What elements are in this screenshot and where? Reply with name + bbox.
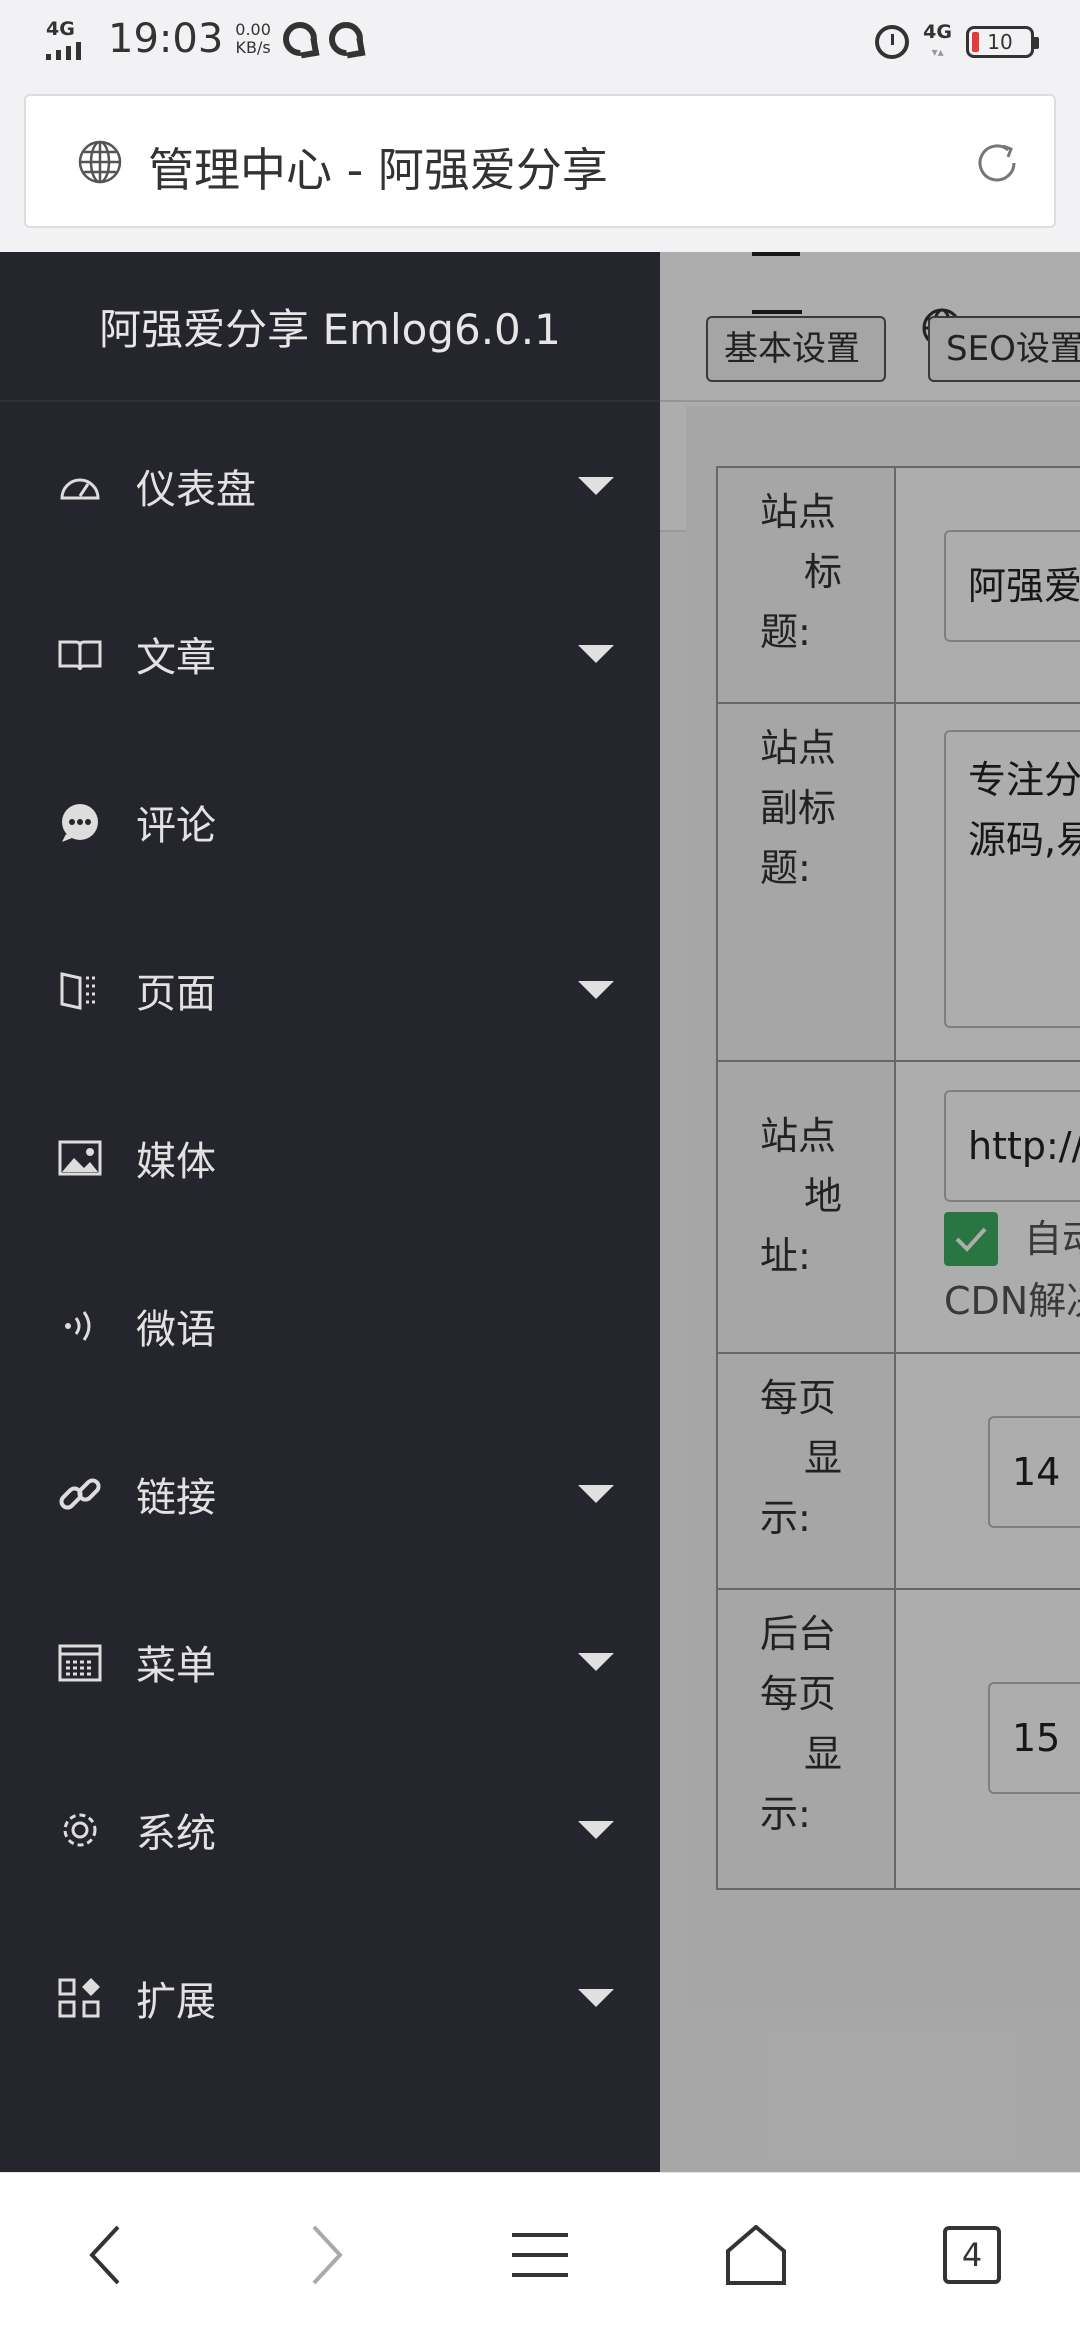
- chevron-down-icon: [578, 477, 614, 495]
- broadcast-icon: [65, 1311, 91, 1341]
- link-icon: [59, 1478, 101, 1510]
- clock: 19:03: [108, 16, 224, 62]
- sidebar-item-label: 链接: [136, 1475, 216, 1521]
- back-button[interactable]: [66, 2215, 146, 2295]
- sidebar-item-label: 微语: [136, 1307, 216, 1353]
- qq-notification-icon: [282, 22, 317, 56]
- speed-value: 0.00: [235, 20, 271, 39]
- sidebar-item-posts[interactable]: 文章: [0, 570, 660, 738]
- book-icon: [58, 640, 102, 671]
- home-button[interactable]: [716, 2215, 796, 2295]
- mobile-data-label: 4G: [923, 21, 952, 43]
- address-bar[interactable]: 管理中心 - 阿强爱分享: [24, 94, 1056, 228]
- signal-icon: 4G: [46, 18, 96, 60]
- menu-button[interactable]: [500, 2215, 580, 2295]
- menu-icon: [512, 2233, 568, 2277]
- sidebar-item-label: 扩展: [136, 1979, 216, 2025]
- chevron-down-icon: [578, 981, 614, 999]
- forward-button[interactable]: [286, 2215, 366, 2295]
- tabs-button[interactable]: 4: [932, 2215, 1012, 2295]
- apps-icon: [58, 1978, 100, 2018]
- page-icon: [60, 972, 98, 1010]
- sidebar-item-twitter[interactable]: 微语: [0, 1242, 660, 1410]
- chevron-down-icon: [578, 645, 614, 663]
- battery-icon: 10: [966, 26, 1039, 58]
- sidebar-item-label: 仪表盘: [136, 467, 256, 513]
- sidebar-item-media[interactable]: 媒体: [0, 1074, 660, 1242]
- alarm-icon: [875, 25, 910, 59]
- chevron-down-icon: [578, 1653, 614, 1671]
- browser-bottom-bar: 4: [0, 2172, 1080, 2340]
- sidebar-item-menus[interactable]: 菜单: [0, 1578, 660, 1746]
- sidebar-item-comments[interactable]: 评论: [0, 738, 660, 906]
- sidebar-item-label: 文章: [136, 635, 216, 681]
- dashboard-icon: [60, 478, 100, 500]
- sidebar-item-label: 媒体: [136, 1139, 216, 1185]
- refresh-icon[interactable]: [970, 136, 1024, 190]
- mobile-data-indicator: 4G ▾▴: [923, 21, 952, 59]
- chevron-down-icon: [578, 1821, 614, 1839]
- comment-icon: [62, 804, 98, 842]
- calendar-icon: [58, 1644, 102, 1682]
- sidebar: 阿强爱分享 Emlog6.0.1 仪表盘 文章 评论 页面 媒体 微语 链接 菜…: [0, 252, 660, 2172]
- forward-arrow-icon: [312, 2225, 343, 2285]
- brand-title: 阿强爱分享 Emlog6.0.1: [0, 252, 660, 402]
- speed-unit: KB/s: [235, 38, 271, 57]
- sidebar-item-pages[interactable]: 页面: [0, 906, 660, 1074]
- tab-count: 4: [943, 2226, 1001, 2284]
- sidebar-item-label: 系统: [136, 1811, 216, 1857]
- sidebar-item-system[interactable]: 系统: [0, 1746, 660, 1914]
- status-bar: 4G 19:03 0.00 KB/s 4G ▾▴ 10: [0, 0, 1080, 84]
- sidebar-item-label: 页面: [136, 971, 216, 1017]
- back-arrow-icon: [89, 2225, 120, 2285]
- battery-level: 10: [987, 30, 1013, 54]
- home-icon: [726, 2225, 786, 2285]
- sidebar-item-links[interactable]: 链接: [0, 1410, 660, 1578]
- network-speed: 0.00 KB/s: [235, 21, 271, 57]
- qq-notification-icon-2: [328, 22, 363, 56]
- image-icon: [58, 1140, 102, 1176]
- page-title: 管理中心 - 阿强爱分享: [148, 143, 608, 197]
- gear-icon: [63, 1813, 97, 1847]
- chevron-down-icon: [578, 1485, 614, 1503]
- globe-icon: [78, 140, 122, 184]
- sidebar-item-dashboard[interactable]: 仪表盘: [0, 402, 660, 570]
- sidebar-item-label: 评论: [136, 803, 216, 849]
- browser-toolbar: 管理中心 - 阿强爱分享: [0, 84, 1080, 252]
- chevron-down-icon: [578, 1989, 614, 2007]
- network-type: 4G: [46, 18, 75, 40]
- sidebar-item-extensions[interactable]: 扩展: [0, 1914, 660, 2082]
- sidebar-item-label: 菜单: [136, 1643, 216, 1689]
